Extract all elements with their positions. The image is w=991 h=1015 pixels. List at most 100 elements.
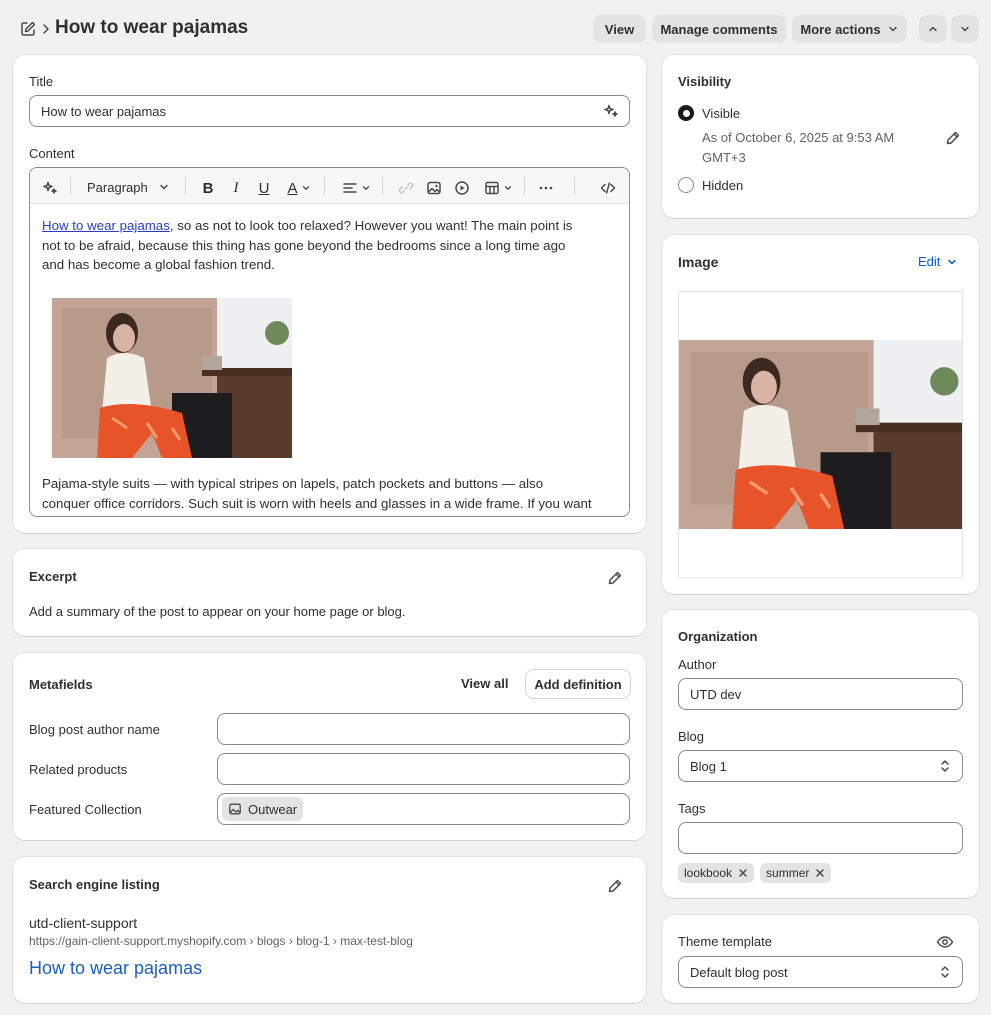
edit-seo-pencil-icon[interactable]	[607, 878, 623, 894]
image-edit-button[interactable]: Edit	[918, 254, 958, 269]
editor-body-continued[interactable]: Pajama-style suits — with typical stripe…	[42, 474, 622, 513]
select-arrows-icon	[939, 759, 951, 773]
metafield-related-input[interactable]	[217, 753, 630, 785]
text-color-icon[interactable]: A	[283, 178, 315, 198]
image-icon[interactable]	[424, 178, 444, 198]
title-content-card: Title How to wear pajamas Content Paragr…	[13, 55, 646, 533]
chevron-up-icon	[927, 23, 939, 35]
chevron-down-icon	[959, 23, 971, 35]
theme-template-heading: Theme template	[678, 934, 772, 949]
eye-icon[interactable]	[936, 934, 954, 950]
featured-image	[679, 340, 962, 529]
visibility-date-line-1: As of October 6, 2025 at 9:53 AM	[702, 130, 895, 145]
theme-template-card: Theme template Default blog post	[662, 915, 979, 1003]
toolbar-divider	[185, 177, 186, 195]
tag-label: lookbook	[684, 866, 733, 880]
body-paragraph-1-line-2: not to be afraid, because this thing has…	[42, 237, 566, 253]
underline-icon[interactable]: U	[254, 178, 274, 198]
video-icon[interactable]	[452, 178, 472, 198]
toolbar-divider	[70, 177, 71, 195]
manage-comments-label: Manage comments	[660, 21, 778, 37]
seo-url: https://gain-client-support.myshopify.co…	[29, 934, 413, 948]
organization-card: Organization Author UTD dev Blog Blog 1 …	[662, 610, 979, 898]
italic-icon[interactable]: I	[226, 178, 246, 198]
author-value: UTD dev	[690, 686, 742, 702]
theme-template-select[interactable]: Default blog post	[678, 956, 963, 988]
seo-store-name: utd-client-support	[29, 915, 138, 931]
blog-select[interactable]: Blog 1	[678, 750, 963, 782]
body-text: , so as not to look too relaxed? However…	[169, 218, 573, 233]
rich-text-editor[interactable]: Paragraph B I U A How to wear pajamas, s…	[29, 167, 630, 517]
tags-input[interactable]	[678, 822, 963, 854]
collection-chip-label: Outwear	[248, 801, 298, 817]
edit-excerpt-pencil-icon[interactable]	[607, 570, 623, 586]
previous-post-button[interactable]	[919, 15, 947, 43]
excerpt-text: Add a summary of the post to appear on y…	[29, 604, 406, 619]
chevron-down-icon	[887, 23, 899, 35]
code-view-icon[interactable]	[598, 178, 618, 198]
metafields-heading: Metafields	[29, 677, 93, 692]
visible-label[interactable]: Visible	[702, 106, 740, 121]
seo-card: Search engine listing utd-client-support…	[13, 857, 646, 1003]
collection-chip[interactable]: Outwear	[222, 797, 304, 821]
collection-image-icon	[228, 802, 242, 816]
tag-chip: lookbook	[678, 863, 755, 883]
blog-select-value: Blog 1	[690, 758, 727, 774]
image-edit-label: Edit	[918, 254, 941, 269]
hidden-label[interactable]: Hidden	[702, 178, 743, 193]
content-label: Content	[29, 146, 75, 161]
author-label: Author	[678, 657, 717, 672]
organization-heading: Organization	[678, 629, 758, 644]
tags-label: Tags	[678, 801, 706, 816]
add-definition-button[interactable]: Add definition	[526, 670, 630, 698]
breadcrumb-chevron-icon	[41, 22, 51, 36]
close-icon[interactable]	[815, 868, 825, 878]
next-post-button[interactable]	[951, 15, 979, 43]
ai-sparkle-icon[interactable]	[40, 178, 60, 198]
metafields-card: Metafields View all Add definition Blog …	[13, 653, 646, 840]
featured-image-frame[interactable]	[678, 291, 963, 578]
seo-title: How to wear pajamas	[29, 958, 203, 978]
format-select[interactable]: Paragraph	[87, 178, 170, 196]
excerpt-card: Excerpt Add a summary of the post to app…	[13, 549, 646, 636]
view-button[interactable]: View	[593, 15, 646, 43]
ai-sparkle-icon[interactable]	[603, 103, 619, 119]
title-input-value: How to wear pajamas	[41, 103, 166, 119]
toolbar-divider	[524, 177, 525, 195]
visibility-heading: Visibility	[678, 74, 732, 89]
body-paragraph-2-line-1: Pajama-style suits — with typical stripe…	[42, 476, 544, 491]
hidden-radio[interactable]	[678, 177, 694, 193]
link-icon[interactable]	[396, 178, 416, 198]
editor-body[interactable]: How to wear pajamas, so as not to look t…	[42, 216, 622, 275]
body-link[interactable]: How to wear pajamas	[42, 218, 170, 233]
manage-comments-button[interactable]: Manage comments	[652, 15, 786, 43]
edit-post-icon[interactable]	[19, 20, 37, 38]
view-button-label: View	[604, 21, 635, 37]
title-label: Title	[29, 74, 54, 89]
more-options-icon[interactable]	[536, 178, 556, 198]
table-icon[interactable]	[481, 178, 515, 198]
edit-date-pencil-icon[interactable]	[945, 130, 961, 146]
bold-icon[interactable]: B	[198, 178, 218, 198]
metafield-label-collection: Featured Collection	[29, 802, 142, 817]
body-paragraph-1-line-1: How to wear pajamas, so as not to look t…	[42, 216, 622, 236]
body-paragraph-1-line-3: and has become a global fashion trend.	[42, 257, 275, 272]
view-all-link[interactable]: View all	[461, 676, 508, 691]
more-actions-button[interactable]: More actions	[792, 15, 907, 43]
text-color-glyph: A	[287, 179, 298, 197]
close-icon[interactable]	[738, 868, 748, 878]
align-icon[interactable]	[340, 178, 372, 198]
more-actions-label: More actions	[800, 21, 881, 37]
metafield-author-input[interactable]	[217, 713, 630, 745]
embedded-post-image[interactable]	[52, 298, 292, 458]
toolbar-divider	[382, 177, 383, 195]
blog-label: Blog	[678, 729, 705, 744]
metafield-collection-input[interactable]: Outwear	[217, 793, 630, 825]
author-input[interactable]: UTD dev	[678, 678, 963, 710]
chevron-down-icon	[158, 181, 170, 193]
title-input[interactable]: How to wear pajamas	[29, 95, 630, 127]
toolbar-divider	[574, 177, 575, 195]
visibility-card: Visibility Visible As of October 6, 2025…	[662, 55, 979, 218]
format-select-value: Paragraph	[87, 179, 148, 195]
visible-radio[interactable]	[678, 105, 694, 121]
